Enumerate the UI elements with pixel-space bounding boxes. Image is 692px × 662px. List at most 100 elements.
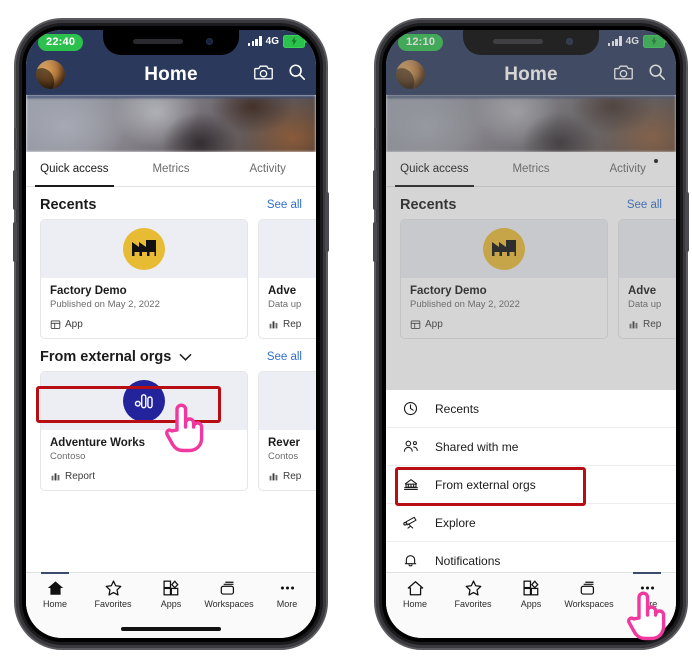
volume-down-button[interactable] <box>13 222 17 262</box>
network-type-label: 4G <box>265 35 279 47</box>
card-type-label: Rep <box>283 471 302 482</box>
volume-up-button[interactable] <box>373 170 377 210</box>
report-icon <box>123 380 165 422</box>
card-type-label: Rep <box>283 319 302 330</box>
header-banner-image <box>386 95 676 152</box>
section-title: Recents <box>400 197 457 213</box>
menu-item-shared-with-me[interactable]: Shared with me <box>386 428 676 466</box>
volume-up-button[interactable] <box>13 170 17 210</box>
card-subtitle: Published on May 2, 2022 <box>410 299 520 310</box>
nav-label: Apps <box>160 599 182 609</box>
card-thumbnail <box>619 220 676 278</box>
camera-icon[interactable] <box>614 64 633 81</box>
mute-switch[interactable] <box>374 128 377 150</box>
card-subtitle: Data up <box>268 299 302 310</box>
telescope-icon <box>402 515 419 530</box>
content-card[interactable]: Factory Demo Published on May 2, 2022 Ap… <box>40 219 248 339</box>
tab-label: Activity <box>609 163 646 175</box>
nav-item-apps[interactable]: Apps <box>142 580 200 609</box>
card-type: Report <box>50 471 238 482</box>
search-icon[interactable] <box>648 63 666 81</box>
nav-item-workspaces[interactable]: Workspaces <box>200 580 258 609</box>
camera-icon[interactable] <box>254 64 273 81</box>
card-type: Rep <box>268 319 316 330</box>
menu-item-explore[interactable]: Explore <box>386 504 676 542</box>
power-button[interactable] <box>325 192 329 252</box>
tab-quick-access[interactable]: Quick access <box>386 152 483 187</box>
front-camera <box>566 38 573 45</box>
recents-card-row[interactable]: Factory Demo Published on May 2, 2022 Ap… <box>26 219 316 339</box>
right-phone: 12:10 4G Home Quick access Metrics Activ… <box>373 20 689 648</box>
nav-label: More <box>276 599 298 609</box>
status-indicators: 4G <box>607 35 667 48</box>
content-card[interactable]: Rever Contos Rep <box>258 371 316 491</box>
tab-metrics[interactable]: Metrics <box>483 152 580 186</box>
card-meta: Factory Demo Published on May 2, 2022 Ap… <box>401 278 607 338</box>
factory-icon <box>483 228 525 270</box>
card-type-label: App <box>65 319 83 330</box>
apps-icon <box>162 580 179 596</box>
report-icon <box>269 321 278 329</box>
see-all-link[interactable]: See all <box>627 199 662 211</box>
app-header: Home <box>26 55 316 95</box>
search-icon[interactable] <box>288 63 306 81</box>
card-title: Adve <box>628 285 657 297</box>
menu-item-recents[interactable]: Recents <box>386 390 676 428</box>
workspaces-icon <box>220 581 235 595</box>
card-type: Rep <box>628 319 676 330</box>
menu-item-label: Explore <box>435 515 476 530</box>
tab-activity[interactable]: Activity <box>219 152 316 186</box>
see-all-link[interactable]: See all <box>267 199 302 211</box>
nav-item-home[interactable]: Home <box>386 580 444 609</box>
main-content: Recents See all Factory Demo Published o… <box>386 187 676 339</box>
tab-label: Activity <box>249 163 286 175</box>
tab-activity[interactable]: Activity <box>579 152 676 186</box>
volume-down-button[interactable] <box>373 222 377 262</box>
nav-label: Favorites <box>454 599 492 609</box>
status-time: 12:10 <box>398 34 444 51</box>
status-time: 22:40 <box>38 34 84 51</box>
card-thumbnail <box>259 372 316 430</box>
menu-item-label: Shared with me <box>435 439 519 454</box>
card-type-label: Report <box>65 471 96 482</box>
card-subtitle: Data up <box>628 299 662 310</box>
nav-item-workspaces[interactable]: Workspaces <box>560 580 618 609</box>
from-external-orgs-dropdown[interactable]: From external orgs <box>40 349 192 365</box>
content-card[interactable]: Adve Data up Rep <box>258 219 316 339</box>
notch <box>463 30 599 55</box>
battery-charging-icon <box>643 35 667 48</box>
nav-item-more[interactable]: More <box>258 580 316 609</box>
mute-switch[interactable] <box>14 128 17 150</box>
power-button[interactable] <box>685 192 689 252</box>
right-phone-screen: 12:10 4G Home Quick access Metrics Activ… <box>386 30 676 638</box>
card-type: App <box>410 319 598 330</box>
content-card[interactable]: Adventure Works Contoso Report <box>40 371 248 491</box>
content-card[interactable]: Factory Demo Published on May 2, 2022 Ap… <box>400 219 608 339</box>
bolt-glyph <box>651 36 657 46</box>
card-meta: Factory Demo Published on May 2, 2022 Ap… <box>41 278 247 338</box>
report-icon <box>629 321 638 329</box>
front-camera <box>206 38 213 45</box>
people-icon <box>402 439 419 454</box>
avatar[interactable] <box>396 60 425 89</box>
nav-item-home[interactable]: Home <box>26 572 84 609</box>
card-subtitle: Contos <box>268 451 299 462</box>
nav-item-favorites[interactable]: Favorites <box>84 580 142 609</box>
banner-top-band <box>26 95 316 98</box>
card-subtitle: Published on May 2, 2022 <box>50 299 160 310</box>
tab-metrics[interactable]: Metrics <box>123 152 220 186</box>
card-meta: Rever Contos Rep <box>259 430 316 490</box>
recents-card-row[interactable]: Factory Demo Published on May 2, 2022 Ap… <box>386 219 676 339</box>
menu-item-from-external-orgs[interactable]: From external orgs <box>386 466 676 504</box>
tab-label: Quick access <box>400 163 469 175</box>
home-icon <box>47 581 63 595</box>
see-all-link[interactable]: See all <box>267 351 302 363</box>
chevron-down-icon[interactable] <box>179 353 192 362</box>
avatar[interactable] <box>36 60 65 89</box>
nav-item-favorites[interactable]: Favorites <box>444 580 502 609</box>
tab-quick-access[interactable]: Quick access <box>26 152 123 187</box>
nav-item-apps[interactable]: Apps <box>502 580 560 609</box>
content-card[interactable]: Adve Data up Rep <box>618 219 676 339</box>
home-indicator[interactable] <box>121 627 221 631</box>
header-actions <box>254 63 306 81</box>
